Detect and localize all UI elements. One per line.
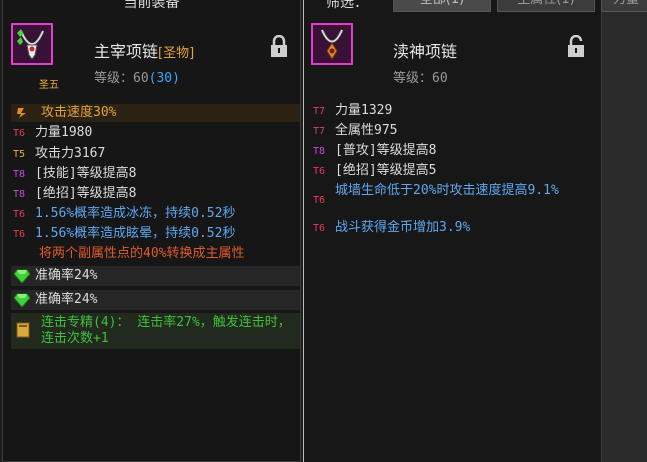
- tab-main-attribute[interactable]: 主属性(1): [497, 0, 595, 12]
- stat-text: [普攻]等级提高8: [335, 143, 437, 158]
- stat-text: 战斗获得金币增加3.9%: [335, 220, 471, 235]
- level-label: 等级：60: [94, 71, 149, 86]
- filter-tab-bar: 筛选： 全部(1) 主属性(1) 力量: [304, 0, 647, 14]
- combo-mastery-text: 连击专精(4)： 连击率27%，触发连击时，连击次数+1: [41, 315, 291, 346]
- star-rank-label: 圣五: [39, 80, 59, 91]
- compare-item-panel: 渎神项链 等级：60 T7 力量1329 T7 全属性975 T8 [普攻]等级提高8…: [304, 0, 602, 462]
- stat-tier: T6: [13, 209, 26, 220]
- stat-text: 力量1329: [335, 103, 393, 118]
- green-gem-icon: [14, 269, 30, 283]
- equipped-item-panel: 当前装备 圣五 主宰项链[圣物] 等级：60(30) 攻击速度30% T6 力量1…: [2, 0, 301, 462]
- stat-tier: T8: [13, 189, 26, 200]
- book-icon: [16, 322, 30, 338]
- stat-row: T8 [普攻]等级提高8: [313, 142, 436, 160]
- stat-row: T6 战斗获得金币增加3.9%: [313, 219, 470, 237]
- stat-tier: T6: [313, 195, 326, 206]
- tab-all[interactable]: 全部(1): [393, 0, 491, 12]
- stat-tier: T8: [13, 169, 26, 180]
- stat-tier: T6: [313, 223, 326, 234]
- stat-row: T6 1.56%概率造成冰冻，持续0.52秒: [13, 205, 235, 223]
- equipped-item-name: 主宰项链[圣物]: [94, 38, 194, 62]
- stat-text: 城墙生命低于20%时攻击速度提高9.1%: [335, 183, 559, 198]
- necklace-icon: [17, 29, 45, 60]
- item-name-text: 主宰项链: [94, 42, 159, 61]
- stat-tier: T6: [13, 128, 26, 139]
- stat-tier: T7: [313, 106, 326, 117]
- stat-text: [绝招]等级提高5: [335, 163, 437, 178]
- filter-label: 筛选：: [326, 0, 368, 11]
- combo-mastery-box: 连击专精(4)： 连击率27%，触发连击时，连击次数+1: [11, 313, 300, 349]
- equipped-panel-title: 当前装备: [123, 0, 180, 11]
- compare-item-icon[interactable]: [311, 23, 353, 65]
- gem-socket-row[interactable]: 准确率24%: [11, 266, 300, 286]
- stat-row: T7 全属性975: [313, 122, 397, 140]
- level-bonus: (30): [148, 71, 180, 86]
- highlight-stat-text: 攻击速度30%: [41, 105, 117, 120]
- stat-text: 力量1980: [35, 125, 93, 140]
- gem-socket-row[interactable]: 准确率24%: [11, 290, 300, 310]
- equipped-item-icon[interactable]: [11, 23, 53, 65]
- stat-text: 攻击力3167: [35, 146, 106, 161]
- equipped-item-level: 等级：60(30): [94, 67, 180, 86]
- item-tag: [圣物]: [158, 46, 195, 61]
- stat-text: 全属性975: [335, 123, 398, 138]
- stat-row: T6 城墙生命低于20%时攻击速度提高9.1%: [313, 182, 593, 218]
- compare-item-level: 等级：60: [393, 71, 448, 86]
- highlight-stat-row: 攻击速度30%: [11, 104, 300, 122]
- stat-tier: T5: [13, 149, 26, 160]
- attack-speed-icon: [17, 108, 26, 118]
- stat-text: 1.56%概率造成冰冻，持续0.52秒: [35, 206, 236, 221]
- green-gem-icon: [14, 293, 30, 307]
- necklace-icon: [320, 29, 344, 60]
- stat-row: T6 [绝招]等级提高5: [313, 162, 436, 180]
- stat-tier: T7: [313, 126, 326, 137]
- stat-text: [绝招]等级提高8: [35, 186, 137, 201]
- stat-tier: T8: [313, 146, 326, 157]
- gem-stat-text: 准确率24%: [35, 268, 98, 283]
- stat-row: T8 [绝招]等级提高8: [13, 185, 136, 203]
- stat-row: T5 攻击力3167: [13, 145, 105, 163]
- stat-row: T7 力量1329: [313, 102, 392, 120]
- stat-row: T6 1.56%概率造成眩晕，持续0.52秒: [13, 225, 235, 243]
- stat-tier: T6: [13, 229, 26, 240]
- lock-icon[interactable]: [269, 35, 289, 59]
- stat-text: 1.56%概率造成眩晕，持续0.52秒: [35, 226, 236, 241]
- compare-item-name: 渎神项链: [393, 42, 458, 61]
- lock-icon[interactable]: [566, 35, 586, 59]
- stat-text: [技能]等级提高8: [35, 166, 137, 181]
- right-gutter: [602, 0, 647, 462]
- tab-strength[interactable]: 力量: [601, 0, 647, 12]
- stat-row: T6 力量1980: [13, 124, 92, 142]
- special-stat: 将两个副属性点的40%转换成主属性: [39, 246, 245, 261]
- gem-stat-text: 准确率24%: [35, 292, 98, 307]
- stat-tier: T6: [313, 166, 326, 177]
- stat-row: T8 [技能]等级提高8: [13, 165, 136, 183]
